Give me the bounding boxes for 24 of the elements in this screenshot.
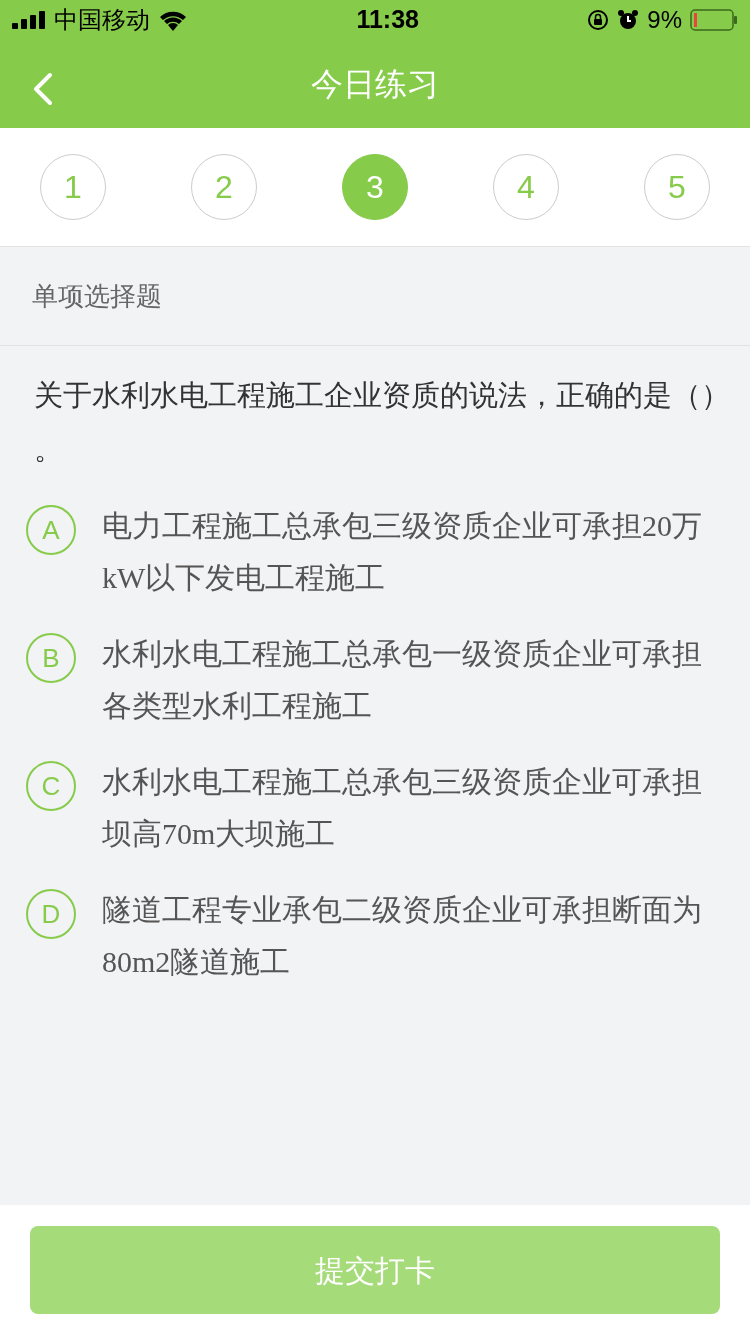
option-text[interactable]: 电力工程施工总承包三级资质企业可承担20万kW以下发电工程施工	[102, 500, 706, 604]
question-number-tab[interactable]: 1	[40, 154, 106, 220]
option-text[interactable]: 隧道工程专业承包二级资质企业可承担断面为80m2隧道施工	[102, 884, 706, 988]
option-text[interactable]: 水利水电工程施工总承包一级资质企业可承担各类型水利工程施工	[102, 628, 706, 732]
battery-percent: 9%	[647, 5, 682, 35]
carrier-name: 中国移动	[54, 5, 150, 35]
option-letter-button[interactable]: C	[26, 761, 76, 811]
wifi-icon	[158, 9, 188, 31]
question-text: 关于水利水电工程施工企业资质的说法，正确的是（）。	[33, 378, 731, 467]
question-number-tab[interactable]: 4	[493, 154, 559, 220]
option-letter-button[interactable]: D	[26, 889, 76, 939]
battery-icon	[690, 9, 738, 31]
clock-time: 11:38	[356, 4, 419, 36]
rotation-lock-icon	[587, 9, 610, 31]
question-number-tab[interactable]: 5	[644, 154, 710, 220]
question-number-tab[interactable]: 3	[342, 154, 408, 220]
page-title: 今日练习	[311, 65, 439, 104]
option-letter-button[interactable]: A	[26, 505, 76, 555]
option-text[interactable]: 水利水电工程施工总承包三级资质企业可承担坝高70m大坝施工	[102, 756, 706, 860]
question-number-tab[interactable]: 2	[191, 154, 257, 220]
signal-icon	[12, 11, 46, 29]
alarm-icon	[617, 9, 640, 31]
question-type: 单项选择题	[0, 247, 750, 346]
option-letter-button[interactable]: B	[26, 633, 76, 683]
